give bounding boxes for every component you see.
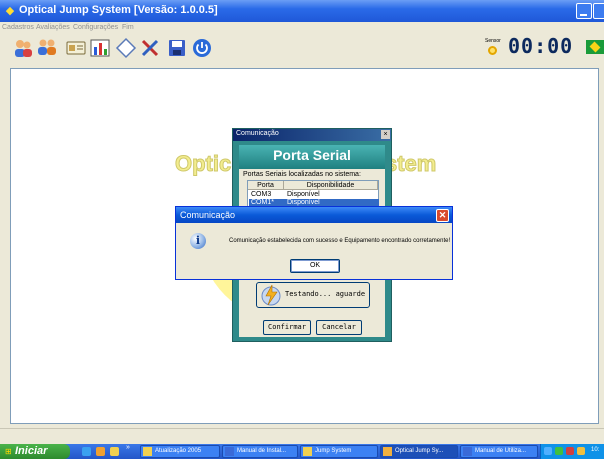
serial-heading: Porta Serial [273, 147, 351, 163]
card-icon[interactable] [65, 37, 87, 59]
menu-bar: Cadastros Avaliações Configurações Fim [0, 22, 604, 34]
window-titlebar[interactable]: ◆ Optical Jump System [Versão: 1.0.0.5] [0, 0, 604, 22]
network-icon[interactable] [544, 447, 552, 455]
test-button-label: Testando... aguarde [285, 290, 366, 298]
flag-icon[interactable] [586, 40, 604, 54]
tools-icon[interactable] [139, 37, 161, 59]
minimize-button[interactable] [576, 3, 592, 19]
maximize-button[interactable] [593, 3, 604, 19]
windows-logo-icon: ⊞ [5, 447, 12, 456]
ok-button[interactable]: OK [290, 259, 340, 273]
menu-configuracoes[interactable]: Configurações [73, 24, 118, 31]
row-port[interactable]: COM3 [251, 191, 271, 199]
folder-icon [303, 447, 312, 456]
alert-icon[interactable] [566, 447, 574, 455]
window-title: Optical Jump System [Versão: 1.0.0.5] [19, 4, 218, 16]
chart-icon[interactable] [89, 37, 111, 59]
confirm-button[interactable]: Confirmar [263, 320, 311, 335]
info-icon: i [190, 233, 206, 249]
status-strip [0, 428, 604, 444]
row-status[interactable]: Disponível [287, 191, 320, 199]
app-window: ◆ Optical Jump System [Versão: 1.0.0.5] … [0, 0, 604, 459]
users-icon[interactable] [12, 37, 34, 59]
column-header-availability[interactable]: Disponibilidade [284, 181, 378, 190]
app-icon [383, 447, 392, 456]
message-box-titlebar[interactable]: Comunicação ✕ [176, 207, 452, 223]
timer-display: 00:00 [508, 34, 574, 58]
volume-icon[interactable] [577, 447, 585, 455]
clock: 10: [591, 447, 600, 453]
sensor-indicator-icon [488, 46, 497, 55]
sensor-label: Sensor [485, 38, 501, 44]
watermark-text-right: stem [384, 151, 437, 177]
lightning-icon [261, 284, 281, 306]
task-atualizacao[interactable]: Atualização 2005 [140, 445, 220, 458]
ie-icon[interactable] [82, 447, 91, 456]
quick-launch-more-icon[interactable]: » [126, 444, 130, 451]
watermark-text-left: Optic [174, 151, 232, 177]
antivirus-icon[interactable] [555, 447, 563, 455]
column-header-port[interactable]: Porta [248, 181, 284, 190]
power-icon[interactable] [191, 37, 213, 59]
serial-dialog-title: Comunicação [236, 130, 279, 137]
save-icon[interactable] [166, 37, 188, 59]
app-icon: ◆ [5, 5, 15, 17]
message-box: Comunicação ✕ i Comunicação estabelecida… [175, 206, 453, 280]
ports-label: Portas Seriais localizadas no sistema: [243, 171, 361, 178]
folder-icon [143, 447, 152, 456]
serial-dialog-titlebar[interactable]: Comunicação × [233, 129, 391, 141]
folder-icon[interactable] [110, 447, 119, 456]
message-box-title: Comunicação [180, 210, 236, 220]
group-icon[interactable] [36, 37, 58, 59]
menu-avaliacoes[interactable]: Avaliações [36, 24, 70, 31]
diamond-icon[interactable] [115, 37, 137, 59]
word-icon [225, 447, 234, 456]
serial-close-button[interactable]: × [381, 130, 390, 139]
menu-cadastros[interactable]: Cadastros [2, 24, 34, 31]
word-icon [463, 447, 472, 456]
media-icon[interactable] [96, 447, 105, 456]
start-label: Iniciar [15, 445, 48, 457]
cancel-button[interactable]: Cancelar [316, 320, 362, 335]
message-text: Comunicação estabelecida com sucesso e E… [229, 238, 451, 244]
message-close-button[interactable]: ✕ [436, 209, 449, 222]
menu-fim[interactable]: Fim [122, 24, 134, 31]
